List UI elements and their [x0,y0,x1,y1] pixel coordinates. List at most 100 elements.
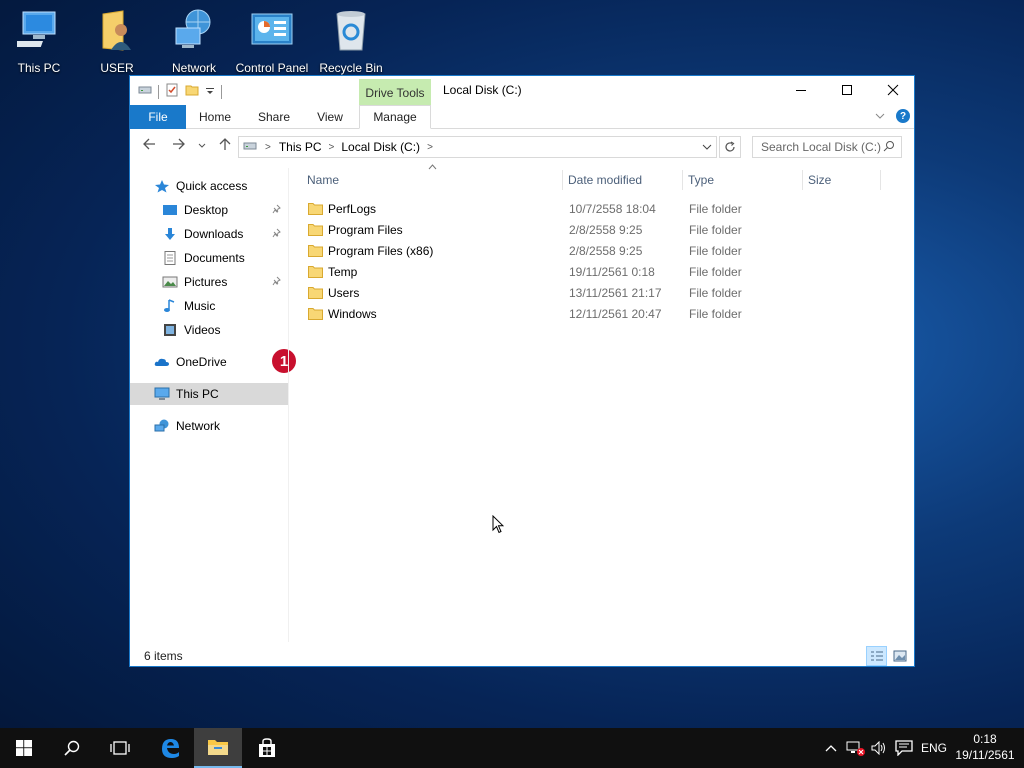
column-header-size[interactable]: Size [808,168,880,192]
large-icons-view-button[interactable] [889,646,910,666]
nav-desktop[interactable]: Desktop [130,199,288,221]
nav-label: Documents [184,251,245,265]
input-language-indicator[interactable]: ENG [921,728,947,768]
start-button[interactable] [0,728,48,768]
desktop-icon-label: USER [100,61,134,75]
forward-button[interactable] [172,137,186,155]
back-arrow-icon [143,138,155,150]
customize-toolbar-icon[interactable] [205,85,215,99]
new-folder-icon[interactable] [185,83,199,100]
file-row[interactable]: Temp 19/11/2561 0:18 File folder [302,261,902,282]
desktop-icon-label: Control Panel [235,61,309,75]
volume-icon[interactable] [871,728,889,768]
nav-quick-access[interactable]: Quick access [130,175,288,197]
store-taskbar-button[interactable] [243,728,291,768]
column-header-type[interactable]: Type [688,168,803,192]
nav-onedrive[interactable]: OneDrive [130,351,288,373]
chevron-up-icon [825,745,837,752]
desktop-icon-user[interactable]: USER [81,8,153,78]
tab-file[interactable]: File [130,105,186,129]
search-button[interactable] [48,728,96,768]
network-status-icon[interactable] [846,728,866,768]
minimize-icon [796,90,806,91]
file-type: File folder [689,202,742,216]
column-divider[interactable] [682,170,683,190]
details-view-button[interactable] [866,646,887,666]
tab-home[interactable]: Home [186,105,244,129]
desktop-icon-recycle-bin[interactable]: Recycle Bin [315,8,387,78]
nav-label: OneDrive [176,355,227,369]
column-header-name[interactable]: Name [307,168,562,192]
user-folder-icon [95,8,139,52]
nav-label: Network [176,419,221,433]
address-bar[interactable]: > This PC > Local Disk (C:) > [238,136,717,158]
file-row[interactable]: Program Files 2/8/2558 9:25 File folder [302,219,902,240]
edge-taskbar-button[interactable] [146,728,194,768]
status-bar: 6 items [130,646,914,668]
file-date: 19/11/2561 0:18 [569,265,655,279]
file-name: Windows [328,307,377,321]
videos-icon [162,323,178,337]
nav-label: This PC [176,387,219,401]
close-button[interactable] [870,76,916,104]
clock-date: 19/11/2561 [955,748,1015,762]
breadcrumb-chevron-icon[interactable]: > [265,142,271,153]
properties-icon[interactable] [165,83,179,100]
file-row[interactable]: Program Files (x86) 2/8/2558 9:25 File f… [302,240,902,261]
back-button[interactable] [142,137,156,155]
column-divider[interactable] [880,170,881,190]
breadcrumb-chevron-icon[interactable]: > [329,142,335,153]
minimize-button[interactable] [778,76,824,104]
tab-share[interactable]: Share [244,105,304,129]
file-type: File folder [689,265,742,279]
show-hidden-icons-button[interactable] [824,728,838,768]
nav-videos[interactable]: Videos [130,319,288,341]
pin-icon [272,204,282,217]
nav-this-pc[interactable]: This PC [130,383,288,405]
refresh-button[interactable] [719,136,741,158]
task-view-button[interactable] [96,728,144,768]
column-divider[interactable] [802,170,803,190]
file-row[interactable]: Users 13/11/2561 21:17 File folder [302,282,902,303]
action-center-icon[interactable] [895,728,913,768]
nav-network[interactable]: Network [130,415,288,437]
column-divider[interactable] [562,170,563,190]
search-icon[interactable] [883,140,895,155]
desktop-icon-network[interactable]: Network [158,8,230,78]
mouse-cursor-icon [492,514,505,537]
expand-ribbon-icon[interactable] [874,110,886,124]
ribbon-tabs: File Home Share View Manage ? [130,105,914,129]
toolbar-separator [158,84,159,99]
file-explorer-taskbar-button[interactable] [194,728,242,768]
tab-manage[interactable]: Manage [359,105,431,129]
nav-documents[interactable]: Documents [130,247,288,269]
up-button[interactable] [218,137,232,155]
title-bar[interactable]: Drive Tools Local Disk (C:) [130,76,916,106]
desktop-icon-this-pc[interactable]: This PC [3,8,75,78]
tab-view[interactable]: View [304,105,356,129]
file-row[interactable]: Windows 12/11/2561 20:47 File folder [302,303,902,324]
pin-icon [272,276,282,289]
nav-label: Quick access [176,179,248,193]
pane-splitter[interactable] [288,168,289,642]
pin-icon [272,228,282,241]
nav-music[interactable]: Music [130,295,288,317]
search-placeholder: Search Local Disk (C:) [761,140,882,154]
explorer-window[interactable]: Drive Tools Local Disk (C:) File Home Sh… [129,75,915,667]
file-row[interactable]: PerfLogs 10/7/2558 18:04 File folder [302,198,902,219]
breadcrumb-chevron-icon[interactable]: > [427,142,433,153]
nav-downloads[interactable]: Downloads [130,223,288,245]
breadcrumb-this-pc[interactable]: This PC [279,140,322,154]
maximize-button[interactable] [824,76,870,104]
column-header-date-modified[interactable]: Date modified [568,168,683,192]
desktop-icon-control-panel[interactable]: Control Panel [236,8,308,78]
chevron-down-icon [198,143,206,148]
help-icon[interactable]: ? [896,109,910,123]
search-input[interactable]: Search Local Disk (C:) [752,136,902,158]
address-dropdown-icon[interactable] [702,141,712,155]
nav-pictures[interactable]: Pictures [130,271,288,293]
breadcrumb-local-disk[interactable]: Local Disk (C:) [341,140,420,154]
address-row: > This PC > Local Disk (C:) > Search Loc… [130,130,914,164]
recent-locations-button[interactable] [198,138,206,155]
taskbar-clock[interactable]: 0:18 19/11/2561 [950,731,1020,763]
